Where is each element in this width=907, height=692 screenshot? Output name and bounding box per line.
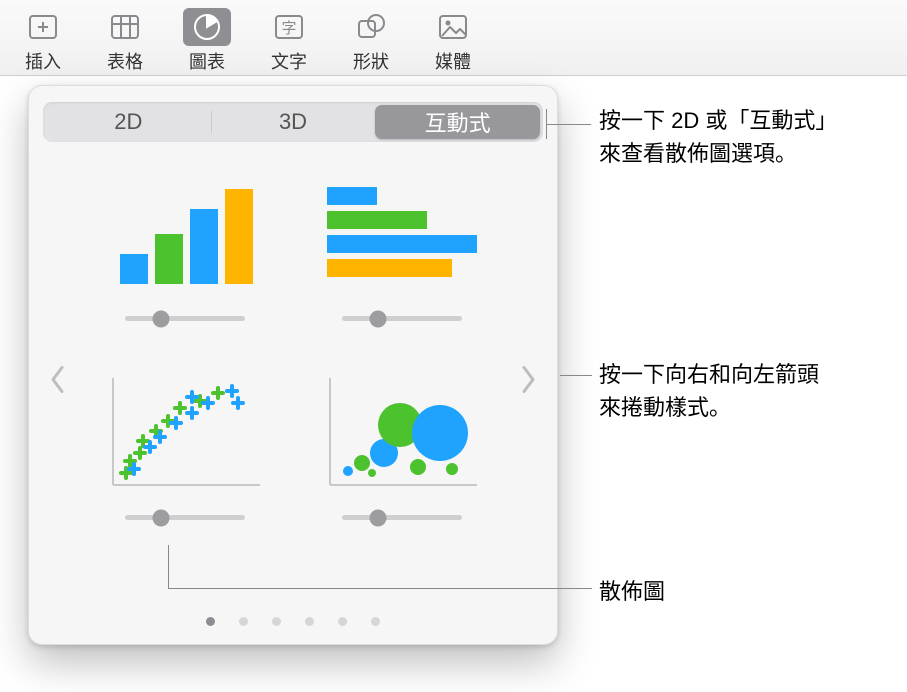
slider[interactable]	[125, 515, 245, 520]
toolbar-shape-label: 形狀	[353, 48, 389, 74]
callout-text: 來查看散佈圖選項。	[599, 137, 837, 170]
slider[interactable]	[125, 316, 245, 321]
insert-icon	[28, 14, 58, 40]
callout-arrow-hint: 按一下向右和向左箭頭 來捲動樣式。	[599, 358, 819, 424]
toolbar-media-label: 媒體	[435, 48, 471, 74]
shape-icon	[356, 13, 386, 41]
page-dot[interactable]	[371, 617, 380, 626]
page-dot[interactable]	[305, 617, 314, 626]
chart-icon	[192, 12, 222, 42]
page-dot[interactable]	[206, 617, 215, 626]
segment-2d[interactable]: 2D	[46, 105, 211, 139]
interactive-column-chart-option[interactable]	[93, 170, 276, 321]
page-dot[interactable]	[338, 617, 347, 626]
toolbar: 插入 表格 圖表 字 文字	[0, 0, 907, 76]
toolbar-text[interactable]: 字 文字	[248, 4, 330, 74]
chart-style-area	[43, 160, 543, 603]
page-indicator	[43, 603, 543, 634]
scatter-chart-icon	[105, 373, 265, 493]
toolbar-table[interactable]: 表格	[84, 4, 166, 74]
slider[interactable]	[342, 316, 462, 321]
chart-options-grid	[93, 170, 493, 520]
column-chart-icon	[110, 179, 260, 289]
callout-line	[168, 588, 592, 589]
toolbar-insert-label: 插入	[25, 48, 61, 74]
text-icon: 字	[274, 14, 304, 40]
callout-text: 散佈圖	[599, 575, 665, 608]
callout-line	[546, 124, 591, 125]
callout-segment-hint: 按一下 2D 或「互動式」 來查看散佈圖選項。	[599, 104, 837, 170]
slider[interactable]	[342, 515, 462, 520]
bar-chart-icon	[322, 179, 482, 289]
next-style-arrow[interactable]	[509, 354, 547, 409]
toolbar-insert[interactable]: 插入	[2, 4, 84, 74]
chevron-left-icon	[49, 364, 67, 394]
bubble-chart-icon	[322, 373, 482, 493]
previous-style-arrow[interactable]	[39, 354, 77, 409]
toolbar-shape[interactable]: 形狀	[330, 4, 412, 74]
interactive-bubble-chart-option[interactable]	[310, 369, 493, 520]
callout-line	[168, 545, 169, 589]
callout-text: 來捲動樣式。	[599, 391, 819, 424]
toolbar-chart-label: 圖表	[189, 48, 225, 74]
page-dot[interactable]	[272, 617, 281, 626]
chevron-right-icon	[519, 364, 537, 394]
chart-popover: 2D 3D 互動式	[28, 85, 558, 645]
callout-text: 按一下 2D 或「互動式」	[599, 104, 837, 137]
chart-type-segmented-control: 2D 3D 互動式	[43, 102, 543, 142]
callout-scatter-label: 散佈圖	[599, 575, 665, 608]
callout-line	[560, 375, 592, 376]
toolbar-chart[interactable]: 圖表	[166, 4, 248, 74]
toolbar-text-label: 文字	[271, 48, 307, 74]
callout-text: 按一下向右和向左箭頭	[599, 358, 819, 391]
table-icon	[110, 14, 140, 40]
segment-3d[interactable]: 3D	[211, 105, 376, 139]
svg-text:字: 字	[281, 20, 296, 37]
interactive-scatter-chart-option[interactable]	[93, 369, 276, 520]
toolbar-table-label: 表格	[107, 48, 143, 74]
interactive-bar-chart-option[interactable]	[310, 170, 493, 321]
segment-interactive[interactable]: 互動式	[375, 105, 540, 139]
toolbar-media[interactable]: 媒體	[412, 4, 494, 74]
media-icon	[438, 14, 468, 40]
page-dot[interactable]	[239, 617, 248, 626]
